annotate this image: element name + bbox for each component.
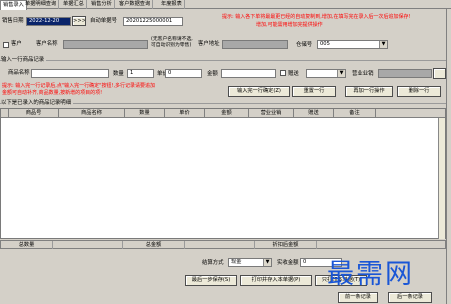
tab-bar: 销售录入 单据明细查询 单据汇总 销售分析 客户数据查询 年度报表	[0, 0, 451, 10]
records-grid[interactable]: 商品号 商品名称 数量 单价 金额 营业业销 赠送 备注	[0, 108, 446, 239]
warehouse-select[interactable]: 005 ▼	[317, 40, 388, 49]
grid-vertical-scrollbar[interactable]	[438, 118, 445, 239]
reset-row-button[interactable]: 重置一行	[292, 86, 336, 97]
auto-no-label: 自动单据号	[90, 18, 117, 24]
site-watermark: 最需网	[327, 259, 414, 290]
amount-input[interactable]	[221, 69, 276, 78]
tab-document-summary[interactable]: 单据汇总	[61, 0, 87, 9]
grid-col-product-name[interactable]: 商品名称	[59, 109, 125, 118]
grid-row-indicator	[1, 109, 9, 118]
ticket-label: 营业业销	[352, 71, 374, 77]
grid-col-price[interactable]: 单价	[165, 109, 205, 118]
entry-section-divider	[0, 60, 446, 61]
gift-select[interactable]: ▼	[306, 69, 346, 78]
save-final-button[interactable]: 最后一步保存(S)	[185, 275, 237, 286]
customer-name-input[interactable]	[63, 40, 148, 49]
qty-label: 数量	[113, 71, 124, 77]
customer-check-label: 客户	[11, 41, 22, 47]
chevron-down-icon[interactable]: ▼	[263, 259, 271, 266]
tab-sales-analysis[interactable]: 销售分析	[89, 0, 115, 9]
gift-label: 赠送	[288, 71, 299, 77]
settle-label: 结算方式	[202, 260, 224, 266]
discount-amount-label: 折扣后金额	[255, 241, 317, 249]
next-record-button[interactable]: 后一条记录	[388, 292, 432, 303]
delete-row-button[interactable]: 删除一行	[397, 86, 441, 97]
customer-name-label: 客户名称	[36, 41, 58, 47]
grid-col-qty[interactable]: 数量	[125, 109, 165, 118]
retail-note: (无客户名称请不选,可自动识别为零售)	[151, 37, 193, 48]
print-and-save-button[interactable]: 打印并存入本单据(P)	[240, 275, 312, 286]
totals-blank-1	[53, 241, 123, 249]
tab-customer-query[interactable]: 客户数据查询	[117, 0, 154, 9]
hint-second: 增加,可能需用增加完提供操作	[256, 22, 323, 28]
tab-document-detail[interactable]: 单据明细查询	[23, 0, 60, 9]
warehouse-value: 005	[320, 41, 330, 47]
ticket-input[interactable]	[378, 69, 432, 78]
totals-bar: 总数量 总金额 折扣后金额	[0, 240, 446, 249]
paid-label: 实收金额	[277, 260, 299, 266]
prev-record-button[interactable]: 前一条记录	[338, 292, 378, 303]
product-name-input[interactable]	[31, 69, 109, 78]
customer-addr-label: 客户地址	[198, 41, 220, 47]
customer-addr-input[interactable]	[222, 40, 288, 49]
entry-warning-2: 金额可自动补齐,商品数量,按新增的项目的项!	[2, 90, 103, 96]
tab-annual-report[interactable]: 年度报表	[159, 0, 185, 9]
customer-checkbox[interactable]	[3, 42, 9, 48]
grid-col-product-no[interactable]: 商品号	[9, 109, 59, 118]
grid-section-title: 以下是已录入的商品记录明细	[1, 99, 74, 108]
settle-select[interactable]: 现金 ▼	[228, 258, 272, 267]
doc-date-label: 销售日期	[2, 18, 24, 24]
product-name-label: 商品名称	[8, 70, 30, 76]
totals-blank-2	[185, 241, 255, 249]
doc-date-input[interactable]: 2022-12-20	[26, 17, 71, 26]
grid-col-remark[interactable]: 备注	[334, 109, 376, 118]
grid-col-gift[interactable]: 赠送	[294, 109, 334, 118]
grid-col-amount[interactable]: 金额	[205, 109, 249, 118]
warehouse-label: 仓储号	[296, 42, 313, 48]
grid-header: 商品号 商品名称 数量 单价 金额 营业业销 赠送 备注	[1, 109, 445, 118]
price-input[interactable]: 0	[165, 69, 202, 78]
amount-label: 金额	[207, 71, 218, 77]
qty-input[interactable]: 1	[127, 69, 154, 78]
auto-no-input[interactable]: 20201225000001	[123, 17, 183, 26]
insert-row-button[interactable]: 再加一行操作	[345, 86, 393, 97]
grid-col-ticket[interactable]: 营业业销	[249, 109, 294, 118]
chevron-down-icon[interactable]: ▼	[379, 41, 387, 48]
more-button[interactable]	[433, 68, 446, 79]
chevron-down-icon[interactable]: ▼	[337, 70, 345, 77]
confirm-row-button[interactable]: 输入完一行确定(Z)	[228, 86, 290, 97]
total-qty-label: 总数量	[1, 241, 53, 249]
entry-section-title: 输入一行商品记录	[1, 56, 47, 65]
settle-value: 现金	[231, 259, 242, 265]
gift-checkbox[interactable]	[280, 70, 286, 76]
date-picker-button[interactable]: >>>	[72, 16, 86, 26]
total-amount-label: 总金额	[123, 241, 185, 249]
window-right-edge	[446, 9, 451, 304]
